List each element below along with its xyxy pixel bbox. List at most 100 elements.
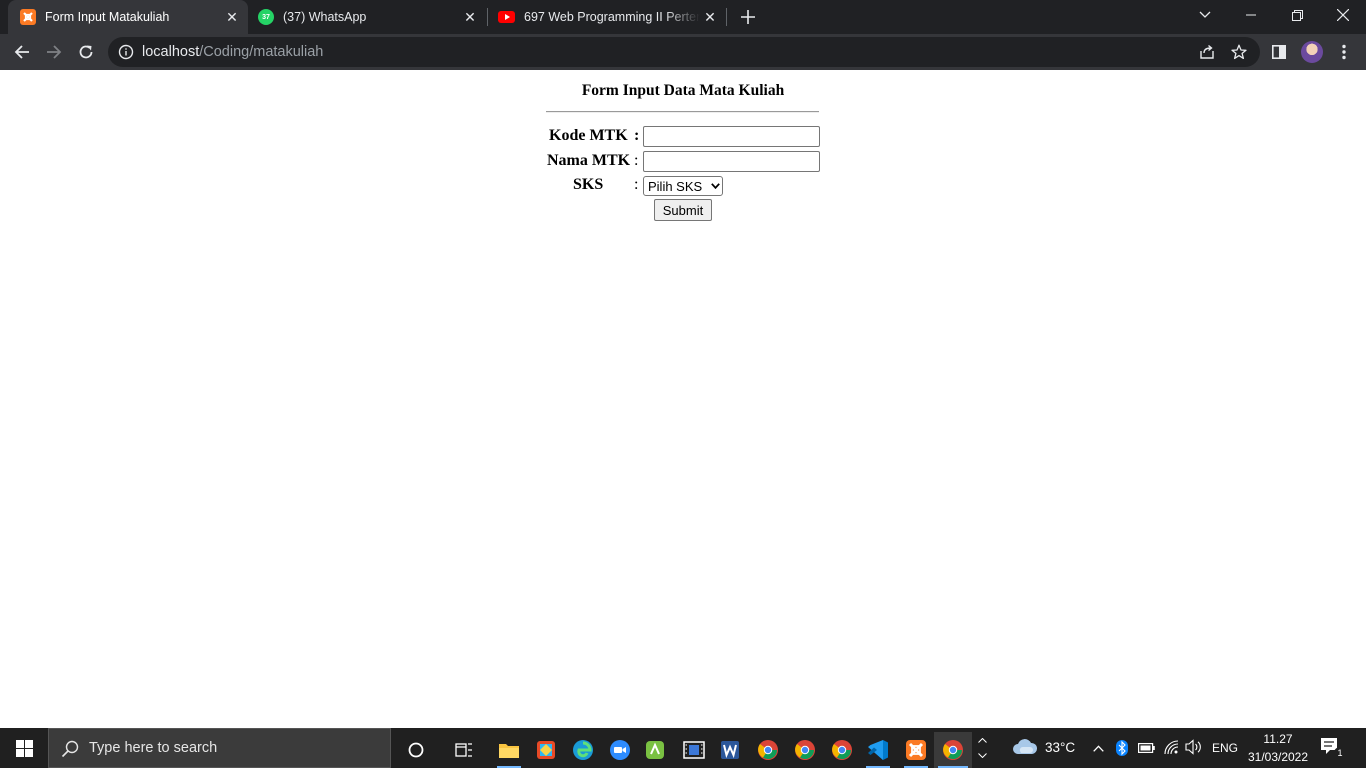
chevron-down-icon (708, 183, 722, 189)
share-button[interactable] (1196, 41, 1218, 63)
url-path: /Coding/matakuliah (199, 44, 324, 60)
chrome-profile-button-2[interactable] (787, 732, 823, 768)
close-icon (1337, 9, 1349, 21)
taskbar-overflow-scroller[interactable] (975, 728, 989, 768)
notification-count-badge: 1 (1334, 747, 1346, 759)
bluetooth-button[interactable] (1115, 738, 1129, 758)
minimize-button[interactable] (1228, 0, 1274, 30)
xampp-button[interactable] (898, 732, 934, 768)
url-host: localhost (142, 44, 200, 60)
browser-toolbar: localhost/Coding/matakuliah (0, 34, 1366, 70)
reload-icon (79, 45, 93, 59)
chrome-icon (832, 740, 852, 760)
search-icon (61, 740, 79, 758)
chrome-active-button[interactable] (934, 732, 972, 768)
tab-separator (726, 8, 727, 26)
volume-button[interactable] (1185, 739, 1203, 757)
restore-button[interactable] (1274, 0, 1320, 30)
chrome-profile-button-3[interactable] (824, 732, 860, 768)
xampp-icon (906, 740, 926, 760)
nama-mtk-label: Nama MTK (547, 152, 631, 169)
close-tab-icon[interactable]: ✕ (460, 7, 480, 27)
chrome-profile-button-1[interactable] (750, 732, 786, 768)
close-window-button[interactable] (1320, 0, 1366, 30)
form-title: Form Input Data Mata Kuliah (581, 82, 785, 99)
edge-icon (573, 740, 593, 760)
kode-mtk-label: Kode MTK (549, 127, 628, 144)
network-button[interactable] (1163, 739, 1179, 757)
close-tab-icon[interactable]: ✕ (222, 7, 242, 27)
side-panel-icon (1272, 45, 1286, 59)
submit-button[interactable]: Submit (654, 199, 712, 221)
cortana-button[interactable] (398, 732, 434, 768)
chrome-icon (758, 740, 778, 760)
vscode-button[interactable] (860, 732, 896, 768)
kode-mtk-input[interactable] (643, 126, 820, 147)
page-content: Form Input Data Mata Kuliah Kode MTK : N… (0, 70, 1366, 728)
close-tab-icon[interactable]: ✕ (700, 7, 720, 27)
zoom-button[interactable] (602, 732, 638, 768)
nama-mtk-input[interactable] (643, 151, 820, 172)
url-text[interactable]: localhost/Coding/matakuliah (142, 44, 323, 60)
vscode-icon (868, 740, 888, 760)
tab-search-button[interactable] (1182, 0, 1228, 30)
tab-title: Form Input Matakuliah (45, 10, 170, 24)
action-center-button[interactable]: 1 (1320, 737, 1346, 759)
forward-button[interactable] (40, 38, 68, 66)
share-icon (1200, 44, 1214, 59)
task-view-icon (455, 743, 472, 757)
file-explorer-button[interactable] (491, 732, 527, 768)
nama-mtk-colon: : (634, 152, 639, 169)
green-app-icon (646, 741, 664, 759)
address-bar[interactable]: localhost/Coding/matakuliah (108, 37, 1260, 67)
more-vertical-icon (1342, 44, 1346, 60)
app-button-media[interactable] (676, 732, 712, 768)
sks-label: SKS (573, 176, 604, 193)
profile-button[interactable] (1298, 38, 1326, 66)
tab-form-input-matakuliah[interactable]: Form Input Matakuliah ✕ (8, 0, 248, 34)
cloud-icon (1013, 739, 1038, 754)
restore-icon (1291, 9, 1303, 21)
side-panel-button[interactable] (1265, 38, 1293, 66)
input-language-indicator[interactable]: ENG (1212, 741, 1238, 755)
info-icon[interactable] (118, 44, 134, 60)
windows-icon (15, 739, 33, 757)
back-button[interactable] (8, 38, 36, 66)
word-button[interactable] (712, 732, 748, 768)
star-icon (1231, 44, 1247, 60)
kode-mtk-colon: : (634, 127, 640, 144)
colorful-app-icon (537, 741, 555, 759)
sks-select[interactable]: Pilih SKS (643, 176, 723, 196)
reload-button[interactable] (72, 38, 100, 66)
chevron-down-icon (1199, 11, 1211, 18)
word-icon (721, 741, 739, 759)
tab-title: 697 Web Programming II Pertemuan (524, 10, 700, 24)
battery-button[interactable] (1138, 740, 1156, 756)
chrome-icon (795, 740, 815, 760)
taskbar-search-box[interactable]: Type here to search (48, 728, 391, 768)
youtube-icon (498, 11, 515, 23)
tab-whatsapp[interactable]: 37 (37) WhatsApp ✕ (248, 0, 486, 34)
bluetooth-icon (1116, 740, 1128, 756)
bookmark-button[interactable] (1228, 41, 1250, 63)
sks-colon: : (634, 176, 639, 193)
show-hidden-icons-button[interactable] (1090, 740, 1106, 756)
xampp-icon (20, 9, 36, 25)
film-icon (683, 741, 705, 759)
chevron-down-icon (977, 753, 987, 758)
weather-button[interactable] (1012, 738, 1040, 758)
tab-youtube[interactable]: 697 Web Programming II Pertemuan ✕ (488, 0, 726, 34)
clock-time: 11.27 (1263, 732, 1293, 746)
arrow-right-icon (47, 45, 62, 59)
app-button-green[interactable] (637, 732, 673, 768)
edge-button[interactable] (565, 732, 601, 768)
sks-select-value: Pilih SKS (648, 178, 703, 194)
app-button-game[interactable] (528, 732, 564, 768)
menu-button[interactable] (1330, 38, 1358, 66)
arrow-left-icon (14, 45, 29, 59)
start-button[interactable] (0, 728, 48, 768)
task-view-button[interactable] (446, 732, 482, 768)
new-tab-button[interactable] (736, 6, 760, 28)
clock-button[interactable]: 11.27 31/03/2022 (1244, 730, 1312, 766)
cortana-icon (408, 742, 424, 758)
